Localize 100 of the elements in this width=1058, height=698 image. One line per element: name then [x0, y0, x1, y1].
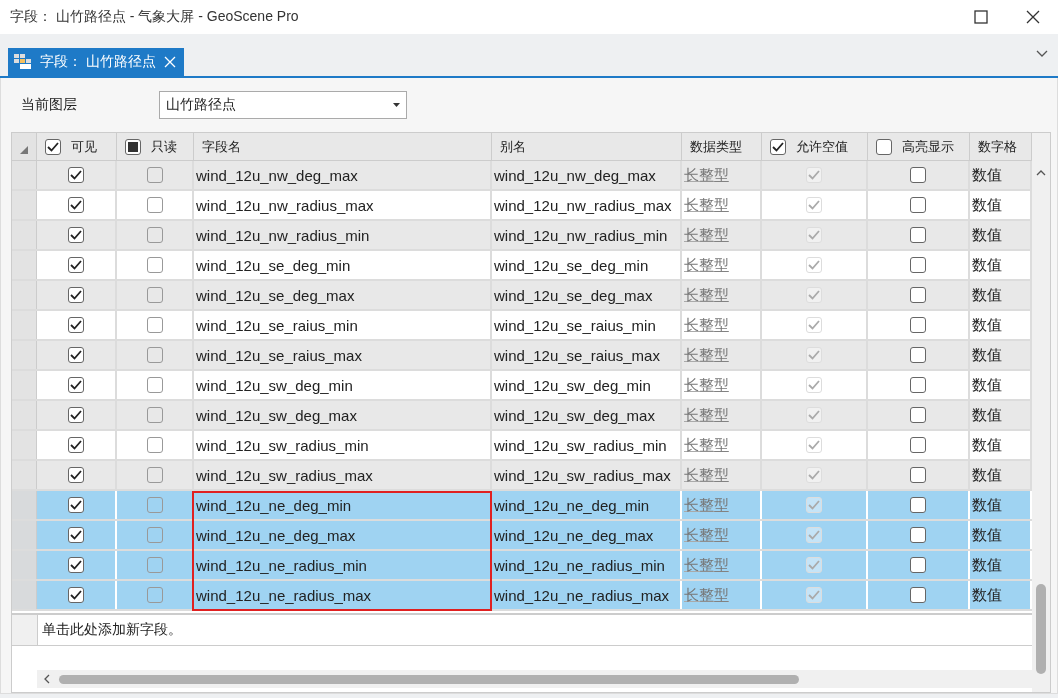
- table-row[interactable]: wind_12u_se_deg_max wind_12u_se_deg_max 长整型 数值: [12, 281, 1032, 311]
- maximize-icon[interactable]: [974, 10, 988, 24]
- table-row[interactable]: wind_12u_ne_deg_max wind_12u_ne_deg_max 长整型 数值: [12, 521, 1032, 551]
- visible-checkbox[interactable]: [68, 257, 84, 273]
- checkbox[interactable]: [876, 138, 892, 155]
- table-cell: wind_12u_ne_radius_min: [194, 551, 492, 579]
- table-row[interactable]: wind_12u_ne_deg_min wind_12u_ne_deg_min 长整型 数值: [12, 491, 1032, 521]
- visible-checkbox[interactable]: [68, 377, 84, 393]
- horizontal-scrollbar[interactable]: [59, 674, 799, 684]
- table-cell: wind_12u_sw_radius_min: [194, 431, 492, 459]
- column-header[interactable]: 数据类型: [682, 133, 762, 160]
- highlight-checkbox[interactable]: [910, 347, 926, 363]
- highlight-checkbox[interactable]: [910, 587, 926, 603]
- table-cell: 长整型: [682, 311, 762, 339]
- visible-checkbox[interactable]: [68, 347, 84, 363]
- table-cell: wind_12u_se_raius_min: [194, 311, 492, 339]
- close-icon[interactable]: [1026, 10, 1040, 24]
- table-cell: wind_12u_se_deg_min: [492, 251, 682, 279]
- visible-checkbox[interactable]: [68, 167, 84, 183]
- table-cell: wind_12u_ne_radius_max: [492, 581, 682, 609]
- table-row[interactable]: wind_12u_sw_deg_max wind_12u_sw_deg_max 长整型 数值: [12, 401, 1032, 431]
- chevron-down-icon[interactable]: [1036, 50, 1048, 58]
- tab[interactable]: 字段： 山竹路径点: [8, 48, 184, 76]
- table-cell: 长整型: [682, 401, 762, 429]
- table-row[interactable]: wind_12u_nw_deg_max wind_12u_nw_deg_max 长整型 数值: [12, 161, 1032, 191]
- table-cell: wind_12u_nw_deg_max: [194, 161, 492, 189]
- highlight-checkbox[interactable]: [910, 467, 926, 483]
- highlight-checkbox[interactable]: [910, 287, 926, 303]
- table-cell: wind_12u_sw_radius_max: [492, 461, 682, 489]
- visible-checkbox[interactable]: [68, 287, 84, 303]
- table-cell: wind_12u_se_raius_max: [492, 341, 682, 369]
- table-cell: wind_12u_sw_deg_max: [194, 401, 492, 429]
- vertical-scrollbar[interactable]: [1036, 584, 1046, 674]
- checkbox[interactable]: [45, 138, 61, 155]
- highlight-checkbox[interactable]: [910, 317, 926, 333]
- table-cell: 长整型: [682, 281, 762, 309]
- highlight-checkbox[interactable]: [910, 257, 926, 273]
- table-cell: 长整型: [682, 551, 762, 579]
- table-row[interactable]: wind_12u_nw_radius_min wind_12u_nw_radius_min 长整型 数值: [12, 221, 1032, 251]
- highlight-checkbox[interactable]: [910, 167, 926, 183]
- visible-checkbox[interactable]: [68, 197, 84, 213]
- table-cell: 长整型: [682, 431, 762, 459]
- table-row[interactable]: wind_12u_se_raius_min wind_12u_se_raius_min 长整型 数值: [12, 311, 1032, 341]
- column-header[interactable]: 字段名: [194, 133, 492, 160]
- highlight-checkbox[interactable]: [910, 527, 926, 543]
- highlight-checkbox[interactable]: [910, 377, 926, 393]
- table-row[interactable]: wind_12u_sw_radius_max wind_12u_sw_radius_max 长整型 数值: [12, 461, 1032, 491]
- visible-checkbox[interactable]: [68, 527, 84, 543]
- visible-checkbox[interactable]: [68, 497, 84, 513]
- table-cell: wind_12u_sw_deg_max: [492, 401, 682, 429]
- table-cell: wind_12u_se_raius_min: [492, 311, 682, 339]
- table-cell: wind_12u_ne_radius_max: [194, 581, 492, 609]
- table-cell: wind_12u_se_deg_max: [492, 281, 682, 309]
- table-row[interactable]: wind_12u_sw_radius_min wind_12u_sw_radius_min 长整型 数值: [12, 431, 1032, 461]
- column-header[interactable]: 允许空值: [762, 133, 868, 160]
- column-header[interactable]: 高亮显示: [868, 133, 970, 160]
- table-cell: 长整型: [682, 461, 762, 489]
- table-cell: 长整型: [682, 161, 762, 189]
- table-cell: wind_12u_sw_deg_min: [194, 371, 492, 399]
- highlight-checkbox[interactable]: [910, 557, 926, 573]
- checkbox[interactable]: [125, 138, 141, 155]
- add-field-row[interactable]: 单击此处添加新字段。: [38, 621, 182, 639]
- table-cell: wind_12u_ne_deg_min: [492, 491, 682, 519]
- header-label: 允许空值: [796, 137, 848, 156]
- table-cell: 长整型: [682, 191, 762, 219]
- column-header[interactable]: 别名: [492, 133, 682, 160]
- column-header[interactable]: 只读: [117, 133, 194, 160]
- table-row[interactable]: wind_12u_se_raius_max wind_12u_se_raius_max 长整型 数值: [12, 341, 1032, 371]
- table-cell: 长整型: [682, 221, 762, 249]
- highlight-checkbox[interactable]: [910, 497, 926, 513]
- table-cell: wind_12u_ne_deg_max: [492, 521, 682, 549]
- visible-checkbox[interactable]: [68, 587, 84, 603]
- table-cell: 长整型: [682, 251, 762, 279]
- scroll-up-icon[interactable]: [1036, 169, 1046, 176]
- table-row[interactable]: wind_12u_ne_radius_min wind_12u_ne_radius_min 长整型 数值: [12, 551, 1032, 581]
- scroll-left-icon[interactable]: [43, 674, 51, 684]
- header-label: 只读: [151, 137, 177, 156]
- visible-checkbox[interactable]: [68, 407, 84, 423]
- table-row[interactable]: wind_12u_sw_deg_min wind_12u_sw_deg_min 长整型 数值: [12, 371, 1032, 401]
- table-cell: wind_12u_sw_deg_min: [492, 371, 682, 399]
- highlight-checkbox[interactable]: [910, 197, 926, 213]
- sort-corner-icon: [20, 146, 28, 154]
- highlight-checkbox[interactable]: [910, 407, 926, 423]
- table-row[interactable]: wind_12u_nw_radius_max wind_12u_nw_radius_max 长整型 数值: [12, 191, 1032, 221]
- visible-checkbox[interactable]: [68, 557, 84, 573]
- highlight-checkbox[interactable]: [910, 437, 926, 453]
- header-label: 字段名: [202, 137, 241, 156]
- table-row[interactable]: wind_12u_ne_radius_max wind_12u_ne_radius_max 长整型 数值: [12, 581, 1032, 611]
- layer-dropdown[interactable]: 山竹路径点: [159, 91, 407, 119]
- highlight-checkbox[interactable]: [910, 227, 926, 243]
- tab-label: 字段： 山竹路径点: [40, 53, 156, 71]
- column-header[interactable]: 可见: [37, 133, 117, 160]
- visible-checkbox[interactable]: [68, 437, 84, 453]
- visible-checkbox[interactable]: [68, 467, 84, 483]
- visible-checkbox[interactable]: [68, 227, 84, 243]
- header-label: 数字格: [978, 137, 1017, 156]
- table-cell: wind_12u_se_deg_min: [194, 251, 492, 279]
- visible-checkbox[interactable]: [68, 317, 84, 333]
- checkbox[interactable]: [770, 138, 786, 155]
- table-row[interactable]: wind_12u_se_deg_min wind_12u_se_deg_min 长整型 数值: [12, 251, 1032, 281]
